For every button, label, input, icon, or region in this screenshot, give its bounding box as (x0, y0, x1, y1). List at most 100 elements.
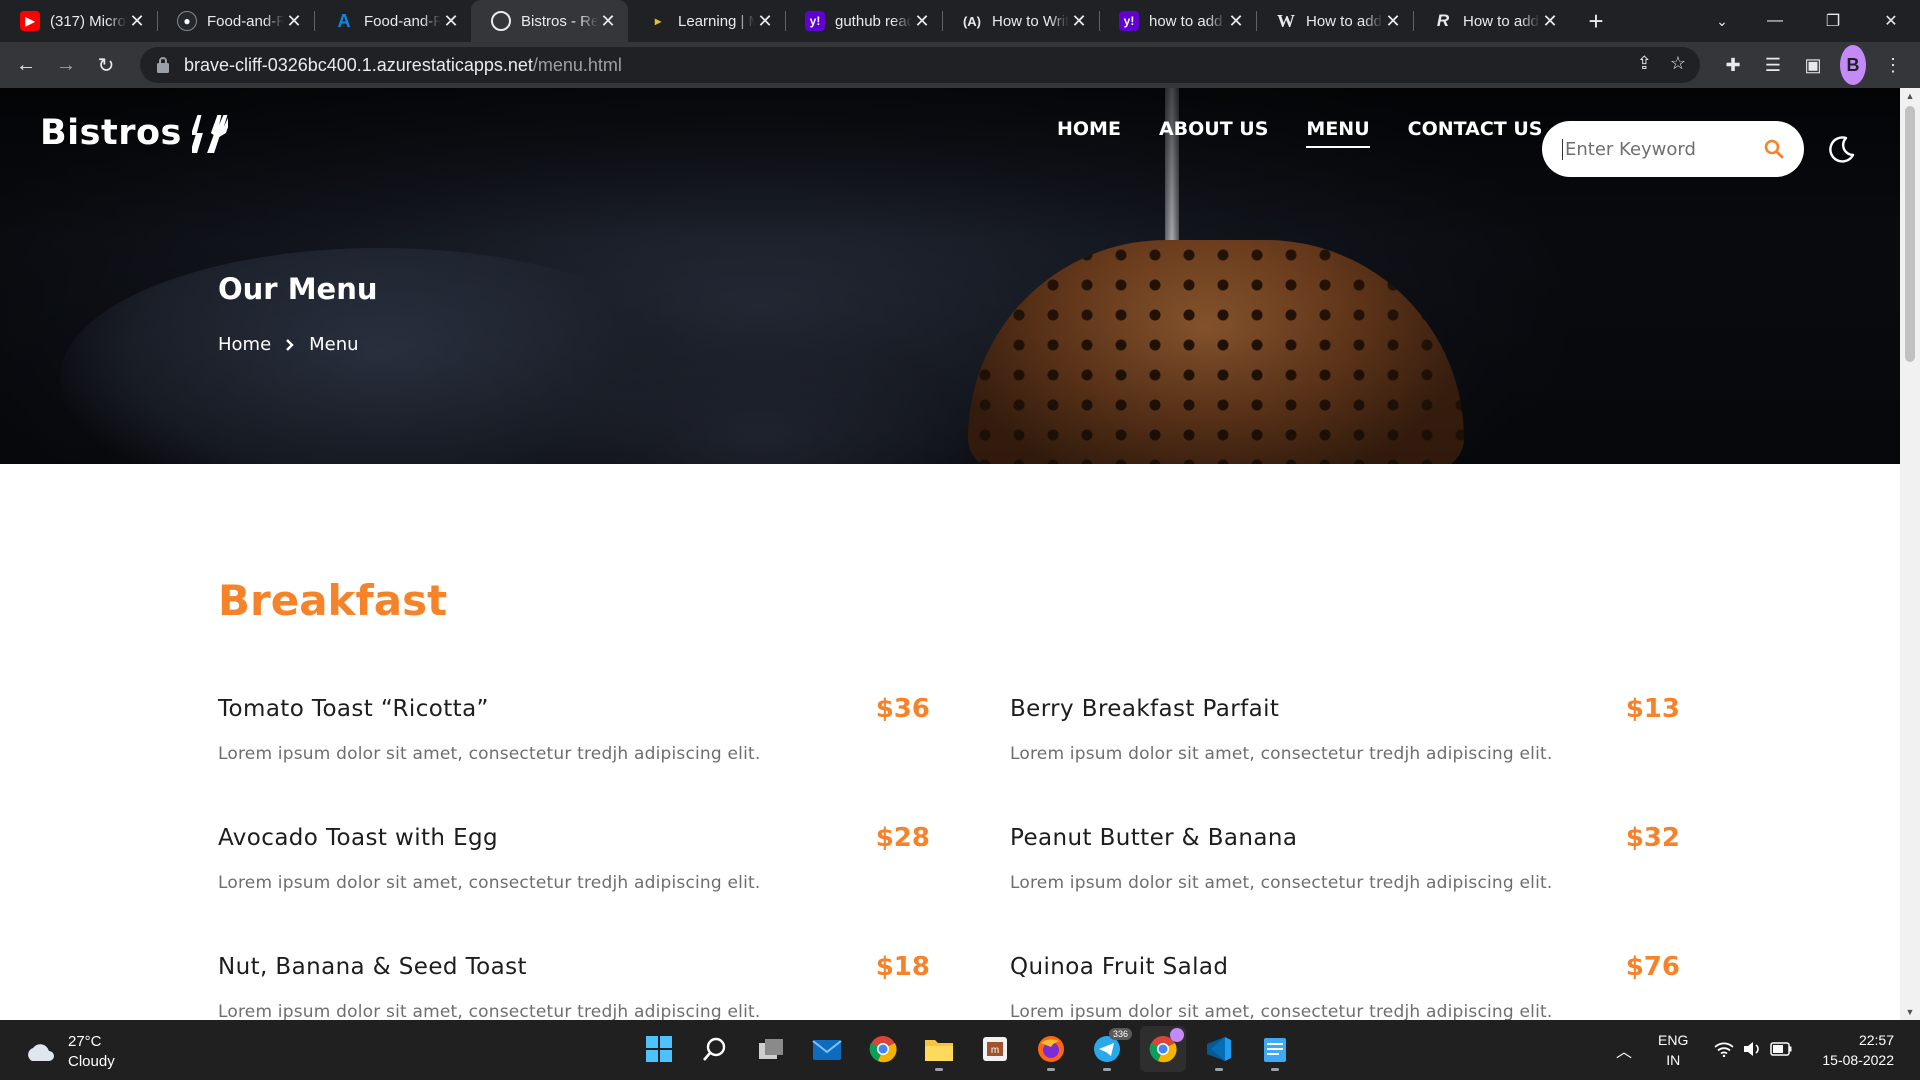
omnibox-actions: ⇪ ☆ (1637, 53, 1686, 74)
hero-banner: Bistros HOME ABOUT US MENU CONTACT US En… (0, 88, 1900, 464)
svg-text:m: m (991, 1045, 999, 1056)
menu-item: Nut, Banana & Seed Toast $18 Lorem ipsum… (218, 952, 930, 1020)
breadcrumb-home-link[interactable]: Home (218, 334, 271, 355)
browser-tab[interactable]: y! guthub readme ✕ (785, 0, 942, 42)
scrollbar-thumb[interactable] (1905, 106, 1915, 362)
back-arrow-icon[interactable]: ← (6, 45, 46, 85)
browser-tab-active[interactable]: Bistros - Restaurant ✕ (471, 0, 628, 42)
system-clock[interactable]: 22:57 15-08-2022 (1822, 1030, 1894, 1070)
tab-title: Learning | Microsoft (678, 12, 755, 30)
keyword-search (1542, 121, 1804, 177)
close-icon[interactable]: ✕ (1069, 11, 1089, 31)
close-icon[interactable]: ✕ (912, 11, 932, 31)
windows-taskbar: 27°C Cloudy m 336 ︿ ENG IN 22:57 15-08-2… (0, 1020, 1920, 1080)
close-icon[interactable]: ✕ (441, 11, 461, 31)
close-icon[interactable]: ✕ (1383, 11, 1403, 31)
side-panel-icon[interactable]: ▣ (1800, 45, 1826, 85)
reload-icon[interactable]: ↻ (86, 45, 126, 85)
weather-widget[interactable]: 27°C Cloudy (24, 1032, 115, 1072)
browser-tab[interactable]: ● Food-and-Restaurant ✕ (157, 0, 314, 42)
toolbar-actions: ✚ ☰ ▣ B ⋮ (1720, 45, 1906, 85)
firefox-icon[interactable] (1028, 1026, 1074, 1072)
browser-tab[interactable]: (A) How to Write ✕ (942, 0, 1099, 42)
minimize-icon[interactable]: — (1746, 0, 1804, 42)
browser-tab[interactable]: ▸ Learning | Microsoft ✕ (628, 0, 785, 42)
nav-link-menu[interactable]: MENU (1306, 118, 1370, 148)
chevron-right-icon (286, 338, 294, 351)
browser-tab[interactable]: W How to add ✕ (1256, 0, 1413, 42)
tab-title: How to Write (992, 12, 1069, 30)
language-indicator[interactable]: ENG IN (1658, 1030, 1688, 1070)
extensions-icon[interactable]: ✚ (1720, 45, 1746, 85)
nav-link-home[interactable]: HOME (1057, 118, 1121, 148)
task-view-icon[interactable] (748, 1026, 794, 1072)
restore-icon[interactable]: ❐ (1804, 0, 1862, 42)
close-window-icon[interactable]: ✕ (1862, 0, 1920, 42)
yahoo-icon: y! (1119, 11, 1139, 31)
new-tab-button[interactable]: + (1576, 0, 1616, 42)
close-icon[interactable]: ✕ (755, 11, 775, 31)
media-queue-icon[interactable]: ☰ (1760, 45, 1786, 85)
browser-tab[interactable]: y! how to add ✕ (1099, 0, 1256, 42)
browser-tab[interactable]: R How to add ✕ (1413, 0, 1570, 42)
lock-icon (157, 57, 169, 73)
section-title-breakfast: Breakfast (218, 576, 448, 625)
more-menu-icon[interactable]: ⋮ (1880, 45, 1906, 85)
globe-icon (491, 11, 511, 31)
menu-item-name: Avocado Toast with Egg (218, 825, 499, 851)
search-icon[interactable] (692, 1026, 738, 1072)
taskbar-apps: m 336 (636, 1026, 1298, 1072)
bookmark-star-icon[interactable]: ☆ (1670, 53, 1686, 74)
menu-item-description: Lorem ipsum dolor sit amet, consectetur … (1010, 744, 1553, 764)
breadcrumb-current: Menu (309, 334, 359, 355)
start-icon[interactable] (636, 1026, 682, 1072)
notepad-icon[interactable] (1252, 1026, 1298, 1072)
close-icon[interactable]: ✕ (598, 11, 618, 31)
address-bar[interactable]: brave-cliff-0326bc400.1.azurestaticapps.… (140, 47, 1700, 83)
browser-tab[interactable]: ▶ (317) Microsoft ✕ (0, 0, 157, 42)
menu-item-description: Lorem ipsum dolor sit amet, consectetur … (1010, 1002, 1553, 1020)
telegram-icon[interactable]: 336 (1084, 1026, 1132, 1072)
close-icon[interactable]: ✕ (127, 11, 147, 31)
profile-avatar[interactable]: B (1840, 45, 1866, 85)
search-input[interactable] (1562, 138, 1752, 160)
menu-item-price: $76 (1625, 952, 1680, 982)
chrome-icon[interactable] (860, 1026, 906, 1072)
telegram-badge: 336 (1108, 1028, 1132, 1040)
dark-mode-moon-icon[interactable] (1826, 133, 1858, 165)
share-icon[interactable]: ⇪ (1637, 53, 1652, 74)
page-viewport: Bistros HOME ABOUT US MENU CONTACT US En… (0, 88, 1900, 1020)
battery-icon[interactable] (1770, 1041, 1792, 1059)
app-icon[interactable]: m (972, 1026, 1018, 1072)
chrome-profile-icon[interactable] (1140, 1026, 1186, 1072)
close-icon[interactable]: ✕ (284, 11, 304, 31)
forward-arrow-icon[interactable]: → (46, 45, 86, 85)
vscode-icon[interactable] (1196, 1026, 1242, 1072)
volume-icon[interactable] (1742, 1041, 1762, 1060)
browser-tab[interactable]: A Food-and-Restaurant ✕ (314, 0, 471, 42)
tab-title: (317) Microsoft (50, 12, 127, 30)
site-logo[interactable]: Bistros (40, 108, 228, 158)
tab-search-chevron-icon[interactable]: ⌄ (1702, 0, 1742, 42)
wifi-icon[interactable] (1714, 1041, 1734, 1060)
menu-item-price: $28 (875, 823, 930, 853)
search-icon[interactable] (1764, 139, 1784, 159)
nav-link-about-us[interactable]: ABOUT US (1159, 118, 1268, 148)
page-scrollbar[interactable]: ▲ ▼ (1900, 88, 1920, 1020)
nav-link-contact-us[interactable]: CONTACT US (1408, 118, 1543, 148)
screen: ▶ (317) Microsoft ✕ ● Food-and-Restauran… (0, 0, 1920, 1080)
chevron-up-icon[interactable]: ︿ (1616, 1038, 1632, 1062)
menu-item-name: Peanut Butter & Banana (1010, 825, 1298, 851)
youtube-icon: ▶ (20, 11, 40, 31)
close-icon[interactable]: ✕ (1540, 11, 1560, 31)
page-title: Our Menu (218, 272, 378, 306)
file-explorer-icon[interactable] (916, 1026, 962, 1072)
mail-icon[interactable] (804, 1026, 850, 1072)
scroll-down-arrow-icon[interactable]: ▼ (1900, 1004, 1920, 1020)
menu-item-price: $18 (875, 952, 930, 982)
site-header: Bistros HOME ABOUT US MENU CONTACT US (0, 88, 1900, 178)
close-icon[interactable]: ✕ (1226, 11, 1246, 31)
scroll-up-arrow-icon[interactable]: ▲ (1900, 88, 1920, 104)
tab-title: guthub readme (835, 12, 912, 30)
clock-date: 15-08-2022 (1822, 1052, 1894, 1068)
